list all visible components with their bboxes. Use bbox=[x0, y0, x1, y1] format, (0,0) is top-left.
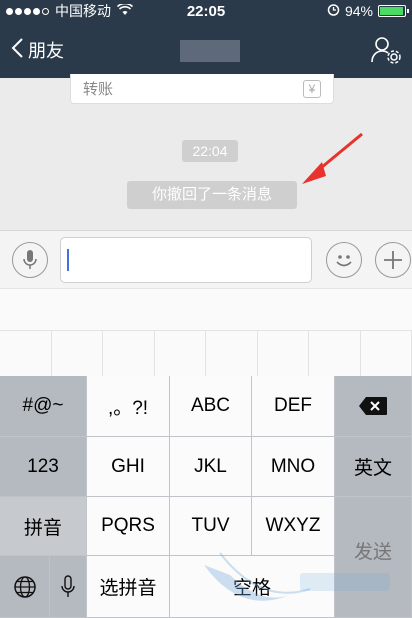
more-button[interactable] bbox=[375, 242, 411, 278]
candidate-cell[interactable] bbox=[309, 331, 361, 376]
key-pinyin[interactable]: 拼音 bbox=[0, 497, 87, 556]
message-input[interactable] bbox=[60, 237, 312, 283]
candidate-cell[interactable] bbox=[52, 331, 103, 376]
candidate-cell[interactable] bbox=[103, 331, 155, 376]
signal-icon bbox=[6, 7, 49, 15]
send-button[interactable]: 发送 bbox=[335, 497, 412, 618]
battery-fill bbox=[380, 7, 403, 15]
candidate-row bbox=[0, 330, 412, 376]
message-timestamp: 22:04 bbox=[182, 140, 238, 162]
transfer-label: 转账 bbox=[83, 81, 114, 98]
candidate-cell[interactable] bbox=[155, 331, 206, 376]
key-abc[interactable]: ABC bbox=[170, 376, 252, 437]
key-123[interactable]: 123 bbox=[0, 437, 87, 497]
plus-icon bbox=[384, 251, 402, 269]
candidate-cell[interactable] bbox=[0, 331, 52, 376]
transfer-message[interactable]: 转账 ¥ bbox=[70, 74, 334, 104]
key-def[interactable]: DEF bbox=[252, 376, 335, 437]
text-caret bbox=[67, 249, 69, 271]
key-select-pinyin[interactable]: 选拼音 bbox=[87, 556, 170, 618]
yuan-icon: ¥ bbox=[303, 79, 321, 98]
voice-button[interactable] bbox=[12, 242, 48, 278]
red-arrow-icon bbox=[302, 132, 363, 184]
carrier-name: 中国移动 bbox=[55, 3, 111, 19]
emoji-button[interactable] bbox=[326, 242, 362, 278]
key-pqrs[interactable]: PQRS bbox=[87, 497, 170, 556]
wifi-icon bbox=[116, 2, 134, 19]
space-bar[interactable]: 空格 bbox=[170, 556, 335, 618]
recall-notice: 你撤回了一条消息 bbox=[127, 181, 297, 209]
candidate-cell[interactable] bbox=[361, 331, 412, 376]
back-label: 朋友 bbox=[28, 41, 64, 61]
microphone-icon bbox=[61, 574, 75, 597]
key-jkl[interactable]: JKL bbox=[170, 437, 252, 497]
profile-settings-icon[interactable] bbox=[370, 34, 402, 66]
key-symbols[interactable]: #@~ bbox=[0, 376, 87, 437]
candidate-bar bbox=[0, 288, 412, 330]
alarm-icon bbox=[327, 3, 340, 19]
key-english[interactable]: 英文 bbox=[335, 437, 412, 497]
battery-percent: 94% bbox=[344, 3, 373, 19]
globe-icon bbox=[13, 575, 36, 598]
nav-bar: 朋友 bbox=[0, 22, 412, 78]
key-mno[interactable]: MNO bbox=[252, 437, 335, 497]
chevron-left-icon bbox=[10, 37, 24, 63]
key-tuv[interactable]: TUV bbox=[170, 497, 252, 556]
candidate-cell[interactable] bbox=[258, 331, 309, 376]
chat-area: 转账 ¥ 22:04 你撤回了一条消息 bbox=[0, 74, 412, 230]
globe-button[interactable] bbox=[0, 556, 50, 618]
input-bar bbox=[0, 230, 412, 288]
back-button[interactable]: 朋友 bbox=[10, 37, 64, 63]
contact-name-blurred bbox=[180, 40, 240, 62]
microphone-icon bbox=[23, 250, 37, 269]
battery-icon bbox=[378, 5, 409, 17]
key-punctuation[interactable]: ,。?! bbox=[87, 376, 170, 437]
status-bar: 中国移动 22:05 94% bbox=[0, 0, 412, 22]
candidate-cell[interactable] bbox=[206, 331, 258, 376]
key-wxyz[interactable]: WXYZ bbox=[252, 497, 335, 556]
smiley-icon bbox=[336, 255, 352, 267]
dictation-button[interactable] bbox=[50, 556, 87, 618]
key-ghi[interactable]: GHI bbox=[87, 437, 170, 497]
backspace-icon bbox=[359, 397, 387, 415]
keyboard: #@~ ,。?! ABC DEF 123 GHI JKL MNO 英文 拼音 P… bbox=[0, 376, 412, 618]
delete-button[interactable] bbox=[335, 376, 412, 437]
